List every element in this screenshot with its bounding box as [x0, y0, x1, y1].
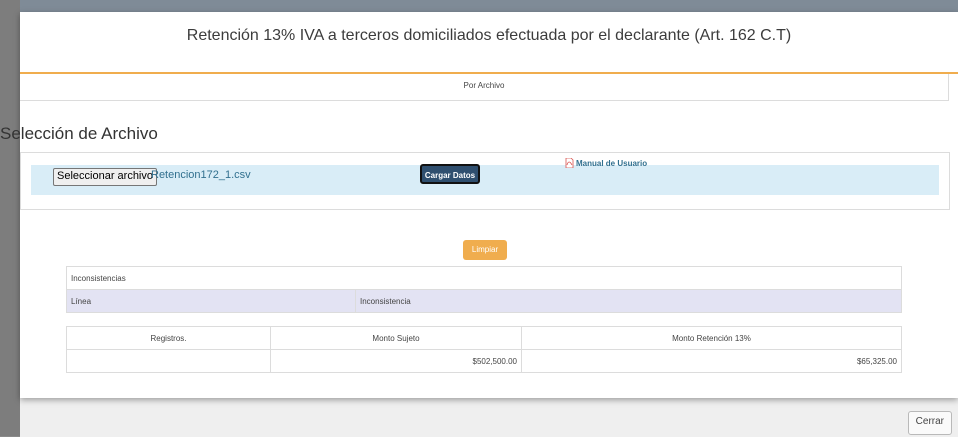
- column-header-inconsistencia: Inconsistencia: [355, 289, 902, 313]
- tab-bar: Por Archivo: [20, 74, 949, 101]
- user-manual-link[interactable]: Manual de Usuario: [565, 157, 648, 169]
- close-button[interactable]: Cerrar: [907, 411, 952, 435]
- inconsistencies-table: Inconsistencias Línea Inconsistencia: [66, 266, 902, 313]
- table-row: $502,500.00 $65,325.00: [66, 349, 902, 373]
- user-manual-label: Manual de Usuario: [576, 158, 648, 168]
- upload-panel: Seleccionar archivo Retencion172_1.csv C…: [20, 152, 950, 210]
- column-header-monto-retencion: Monto Retención 13%: [521, 326, 902, 350]
- load-data-button[interactable]: Cargar Datos: [420, 164, 480, 184]
- column-header-registros: Registros.: [66, 326, 271, 350]
- cell-monto-sujeto: $502,500.00: [270, 349, 522, 373]
- dialog: Retención 13% IVA a terceros domiciliado…: [0, 12, 958, 398]
- totals-table: Registros. Monto Sujeto Monto Retención …: [66, 326, 902, 373]
- column-header-monto-sujeto: Monto Sujeto: [270, 326, 522, 350]
- cell-registros: [66, 349, 271, 373]
- pdf-icon: [565, 157, 574, 169]
- modal-footer: Cerrar: [20, 396, 958, 437]
- selected-file-name: Retencion172_1.csv: [151, 169, 251, 181]
- column-header-linea: Línea: [66, 289, 356, 313]
- tab-por-archivo[interactable]: Por Archivo: [20, 74, 948, 98]
- dialog-title: Retención 13% IVA a terceros domiciliado…: [186, 27, 792, 44]
- cell-monto-retencion: $65,325.00: [521, 349, 902, 373]
- inconsistencies-caption: Inconsistencias: [66, 266, 902, 290]
- background-overlay: [0, 0, 20, 436]
- clear-button[interactable]: Limpiar: [463, 240, 507, 260]
- choose-file-button[interactable]: Seleccionar archivo: [53, 168, 157, 186]
- section-title: Selección de Archivo: [0, 124, 158, 143]
